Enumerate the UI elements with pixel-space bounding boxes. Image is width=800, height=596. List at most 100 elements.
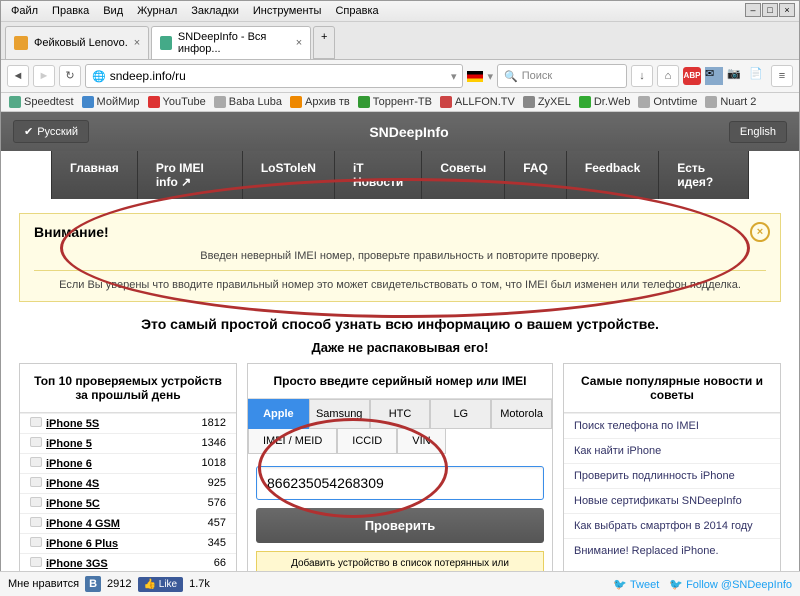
home-button[interactable]: ⌂ <box>657 65 679 87</box>
device-row[interactable]: iPhone 61018 <box>20 453 236 473</box>
window-close[interactable]: × <box>779 3 795 17</box>
tab-label: SNDeepInfo - Вся инфор... <box>178 31 290 55</box>
bubble-icon <box>30 557 42 567</box>
url-input[interactable] <box>110 69 447 83</box>
menu-tools[interactable]: Инструменты <box>247 3 328 19</box>
device-row[interactable]: iPhone 4S925 <box>20 473 236 493</box>
news-item[interactable]: Проверить подлинность iPhone <box>564 463 780 488</box>
forward-button[interactable]: ► <box>33 65 55 87</box>
bookmark-item[interactable]: ALLFON.TV <box>440 96 515 108</box>
brand-htc[interactable]: HTC <box>370 399 431 429</box>
menu-file[interactable]: Файл <box>5 3 44 19</box>
brand-apple[interactable]: Apple <box>248 399 309 429</box>
window-maximize[interactable]: □ <box>762 3 778 17</box>
alert-close-button[interactable]: × <box>750 222 770 242</box>
bubble-icon <box>30 457 42 467</box>
device-row[interactable]: iPhone 6 Plus345 <box>20 533 236 553</box>
lang-english-button[interactable]: English <box>729 121 787 143</box>
nav-tips[interactable]: Советы <box>422 151 505 199</box>
imei-input[interactable] <box>256 466 544 500</box>
lang-russian-button[interactable]: ✔Русский <box>13 120 89 143</box>
bubble-icon <box>30 537 42 547</box>
bubble-icon <box>30 437 42 447</box>
bookmark-item[interactable]: Speedtest <box>9 96 74 108</box>
brand-lg[interactable]: LG <box>430 399 491 429</box>
bookmark-item[interactable]: Ontvtime <box>638 96 697 108</box>
tweet-button[interactable]: 🐦 Tweet <box>613 578 659 591</box>
bookmark-item[interactable]: Dr.Web <box>579 96 630 108</box>
device-row[interactable]: iPhone 4 GSM457 <box>20 513 236 533</box>
news-item[interactable]: Как найти iPhone <box>564 438 780 463</box>
top10-title: Топ 10 проверяемых устройств за прошлый … <box>20 364 236 413</box>
nav-home[interactable]: Главная <box>51 151 138 199</box>
page-content: ✔Русский SNDeepInfo English Главная Pro … <box>1 112 799 596</box>
bookmark-item[interactable]: ZyXEL <box>523 96 571 108</box>
main-nav: Главная Pro IMEI info ↗ LoSToleN iT Ново… <box>51 151 749 199</box>
tab-1[interactable]: SNDeepInfo - Вся инфор... × <box>151 26 311 59</box>
device-row[interactable]: iPhone 5C576 <box>20 493 236 513</box>
search-box[interactable]: 🔍 Поиск <box>497 64 627 88</box>
device-row[interactable]: iPhone 3GS66 <box>20 553 236 573</box>
bubble-icon <box>30 497 42 507</box>
news-item[interactable]: Как выбрать смартфон в 2014 году <box>564 513 780 538</box>
subtab-iccid[interactable]: ICCID <box>337 429 397 454</box>
bookmark-item[interactable]: Nuart 2 <box>705 96 756 108</box>
fb-count: 1.7k <box>189 578 210 590</box>
dropdown-icon[interactable]: ▾ <box>451 70 457 83</box>
dropdown-icon[interactable]: ▾ <box>487 70 493 83</box>
bookmark-item[interactable]: Торрент-ТВ <box>358 96 432 108</box>
vk-icon[interactable]: B <box>85 576 101 592</box>
bookmark-item[interactable]: Архив тв <box>290 96 350 108</box>
bubble-icon <box>30 417 42 427</box>
news-item[interactable]: Поиск телефона по IMEI <box>564 413 780 438</box>
new-tab-button[interactable]: + <box>313 26 335 59</box>
fb-like-button[interactable]: 👍 Like <box>138 577 184 592</box>
nav-faq[interactable]: FAQ <box>505 151 567 199</box>
brand-motorola[interactable]: Motorola <box>491 399 552 429</box>
addon-icon[interactable]: 📄 <box>749 67 767 85</box>
menu-button[interactable]: ≡ <box>771 65 793 87</box>
nav-news[interactable]: iT Новости <box>335 151 422 199</box>
reload-button[interactable]: ↻ <box>59 65 81 87</box>
addon-icon[interactable]: ✉ <box>705 67 723 85</box>
back-button[interactable]: ◄ <box>7 65 29 87</box>
device-row[interactable]: iPhone 5S1812 <box>20 413 236 433</box>
nav-idea[interactable]: Есть идея? <box>659 151 749 199</box>
bookmark-item[interactable]: YouTube <box>148 96 206 108</box>
device-row[interactable]: iPhone 51346 <box>20 433 236 453</box>
tagline-2: Даже не распаковывая его! <box>1 338 799 363</box>
close-icon[interactable]: × <box>296 37 302 49</box>
menu-help[interactable]: Справка <box>329 3 384 19</box>
bookmark-item[interactable]: Baba Luba <box>214 96 282 108</box>
menu-view[interactable]: Вид <box>97 3 129 19</box>
follow-button[interactable]: 🐦 Follow @SNDeepInfo <box>669 578 792 591</box>
window-minimize[interactable]: – <box>745 3 761 17</box>
nav-feedback[interactable]: Feedback <box>567 151 659 199</box>
check-button[interactable]: Проверить <box>256 508 544 543</box>
subtab-vin[interactable]: VIN <box>397 429 445 454</box>
bookmarks-bar: Speedtest МойМир YouTube Baba Luba Архив… <box>1 93 799 112</box>
addon-icon[interactable]: 📷 <box>727 67 745 85</box>
close-icon[interactable]: × <box>134 37 140 49</box>
bookmark-item[interactable]: МойМир <box>82 96 140 108</box>
address-bar[interactable]: 🌐 ▾ <box>85 64 463 88</box>
abp-icon[interactable]: ABP <box>683 67 701 85</box>
external-icon: ↗ <box>181 175 191 189</box>
subtab-imei[interactable]: IMEI / MEID <box>248 429 337 454</box>
news-item[interactable]: Новые сертификаты SNDeepInfo <box>564 488 780 513</box>
menu-edit[interactable]: Правка <box>46 3 95 19</box>
news-item[interactable]: Внимание! Replaced iPhone. <box>564 538 780 563</box>
downloads-button[interactable]: ↓ <box>631 65 653 87</box>
menu-bookmarks[interactable]: Закладки <box>185 3 245 19</box>
alert-box: Внимание! × Введен неверный IMEI номер, … <box>19 213 781 302</box>
bookmark-icon <box>9 96 21 108</box>
bookmark-icon <box>148 96 160 108</box>
nav-lostolen[interactable]: LoSToleN <box>243 151 335 199</box>
check-icon: ✔ <box>24 125 33 138</box>
brand-samsung[interactable]: Samsung <box>309 399 370 429</box>
brand-tabs: Apple Samsung HTC LG Motorola <box>248 399 552 429</box>
browser-tabs: Фейковый Lenovo.× SNDeepInfo - Вся инфор… <box>1 22 799 60</box>
tab-0[interactable]: Фейковый Lenovo.× <box>5 26 149 59</box>
menu-history[interactable]: Журнал <box>131 3 183 19</box>
nav-pro[interactable]: Pro IMEI info ↗ <box>138 151 243 199</box>
